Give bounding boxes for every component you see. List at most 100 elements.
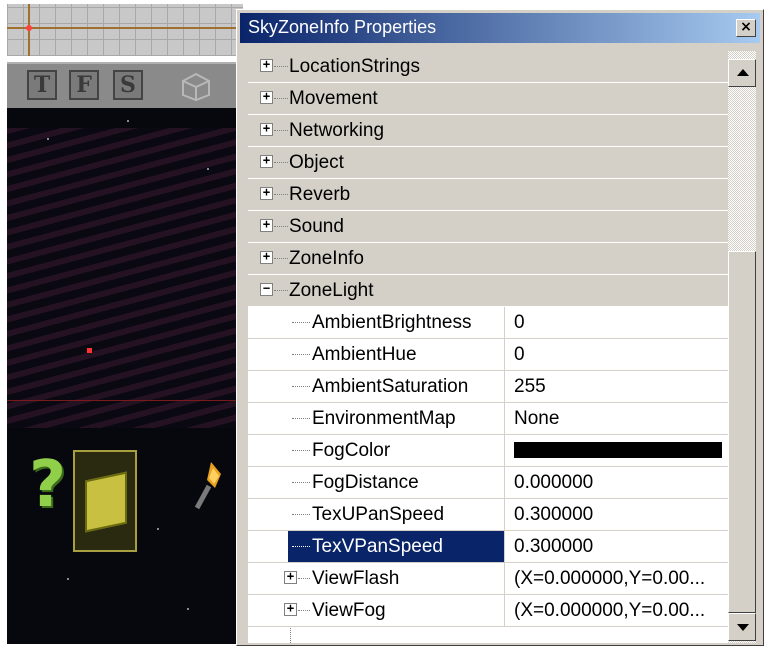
property-row-viewflash[interactable]: + ViewFlash (X=0.000000,Y=0.00... [248,563,728,595]
property-row-fogcolor[interactable]: FogColor [248,435,728,467]
property-row-fogdistance[interactable]: FogDistance 0.000000 [248,467,728,499]
category-label: Networking [289,120,385,141]
column-divider [504,563,505,595]
property-row-ambienthue[interactable]: AmbientHue 0 [248,339,728,371]
front-view-button[interactable]: F [69,70,99,100]
property-value[interactable]: 255 [514,371,728,402]
zone-info-actor[interactable] [73,450,137,552]
category-label: Object [289,152,344,173]
category-label: Sound [289,216,344,237]
column-divider [504,531,505,563]
plus-box-icon[interactable]: + [284,570,297,584]
property-name: TexUPanSpeed [312,504,445,525]
property-value[interactable]: 0.300000 [514,499,728,530]
window-title: SkyZoneInfo Properties [248,17,437,37]
column-divider [504,403,505,435]
fog-color-swatch[interactable] [514,442,722,458]
property-name: ViewFog [312,600,386,621]
perspective-view-icon[interactable] [179,72,213,102]
column-divider [504,371,505,403]
tree-connector [292,354,310,355]
column-divider [504,467,505,499]
origin-marker [26,25,32,31]
property-row-environmentmap[interactable]: EnvironmentMap None [248,403,728,435]
minus-box-icon[interactable]: − [260,282,273,296]
tree-connector [274,162,288,163]
scroll-up-button[interactable] [728,59,756,87]
property-value[interactable]: (X=0.000000,Y=0.00... [514,595,728,626]
property-name: ViewFlash [312,568,400,589]
property-value[interactable]: None [514,403,728,434]
category-networking[interactable]: + Networking [248,115,728,147]
top-view-button[interactable]: T [27,70,57,100]
tree-connector [292,514,310,515]
plus-box-icon[interactable]: + [284,602,297,616]
red-marker [87,348,92,353]
property-grid[interactable]: + LocationStrings + Movement + Networkin… [248,51,728,643]
tree-connector [292,546,310,547]
tree-connector [292,418,310,419]
property-row-texvpanspeed[interactable]: TexVPanSpeed 0.300000 [248,531,728,563]
category-sound[interactable]: + Sound [248,211,728,243]
property-row-ambientbrightness[interactable]: AmbientBrightness 0 [248,307,728,339]
arrow-down-icon [737,624,749,631]
property-name: FogDistance [312,472,419,493]
top-viewport-grid[interactable] [7,4,243,56]
property-name: AmbientBrightness [312,312,472,333]
category-reverb[interactable]: + Reverb [248,179,728,211]
cube-icon [85,471,127,533]
category-label: Movement [289,88,378,109]
light-source-icon[interactable] [193,458,223,518]
tree-connector [274,130,288,131]
tree-connector [274,194,288,195]
3d-viewport[interactable]: ? [7,108,243,644]
plus-box-icon[interactable]: + [260,154,273,168]
tree-connector [274,290,288,291]
property-name: FogColor [312,440,391,461]
property-name: EnvironmentMap [312,408,456,429]
scroll-down-button[interactable] [728,613,756,641]
property-name: AmbientHue [312,344,417,365]
side-view-button[interactable]: S [113,70,143,100]
axis-line-horizontal [7,27,243,29]
scrollbar-thumb[interactable] [728,251,756,613]
plus-box-icon[interactable]: + [260,58,273,72]
tree-connector [292,482,310,483]
star [67,578,69,580]
category-object[interactable]: + Object [248,147,728,179]
sky-haze [7,128,243,428]
category-zonelight[interactable]: − ZoneLight [248,275,728,307]
property-value[interactable]: 0.000000 [514,467,728,498]
column-divider [504,435,505,467]
property-value[interactable]: (X=0.000000,Y=0.00... [514,563,728,594]
plus-box-icon[interactable]: + [260,250,273,264]
question-mark-actor-icon[interactable]: ? [29,448,66,522]
property-value[interactable]: 0.300000 [514,531,728,562]
tree-connector [274,258,288,259]
plus-box-icon[interactable]: + [260,90,273,104]
category-label: ZoneInfo [289,248,364,269]
vertical-scrollbar[interactable] [728,51,756,643]
plus-box-icon[interactable]: + [260,122,273,136]
category-label: Reverb [289,184,351,205]
plus-box-icon[interactable]: + [260,186,273,200]
property-row-texupanspeed[interactable]: TexUPanSpeed 0.300000 [248,499,728,531]
property-value[interactable]: 0 [514,307,728,338]
close-icon[interactable]: × [736,19,756,37]
property-row-ambientsaturation[interactable]: AmbientSaturation 255 [248,371,728,403]
category-zoneinfo[interactable]: + ZoneInfo [248,243,728,275]
star [47,138,49,140]
property-value[interactable]: 0 [514,339,728,370]
title-bar[interactable]: SkyZoneInfo Properties × [240,13,760,43]
category-label: LocationStrings [289,56,420,77]
star [157,528,159,530]
star [127,120,129,122]
plus-box-icon[interactable]: + [260,218,273,232]
tree-connector [292,322,310,323]
property-row-viewfog[interactable]: + ViewFog (X=0.000000,Y=0.00... [248,595,728,627]
property-name: TexVPanSpeed [312,536,443,557]
category-locationstrings[interactable]: + LocationStrings [248,51,728,83]
tree-connector [292,386,310,387]
tree-connector [274,66,288,67]
category-movement[interactable]: + Movement [248,83,728,115]
